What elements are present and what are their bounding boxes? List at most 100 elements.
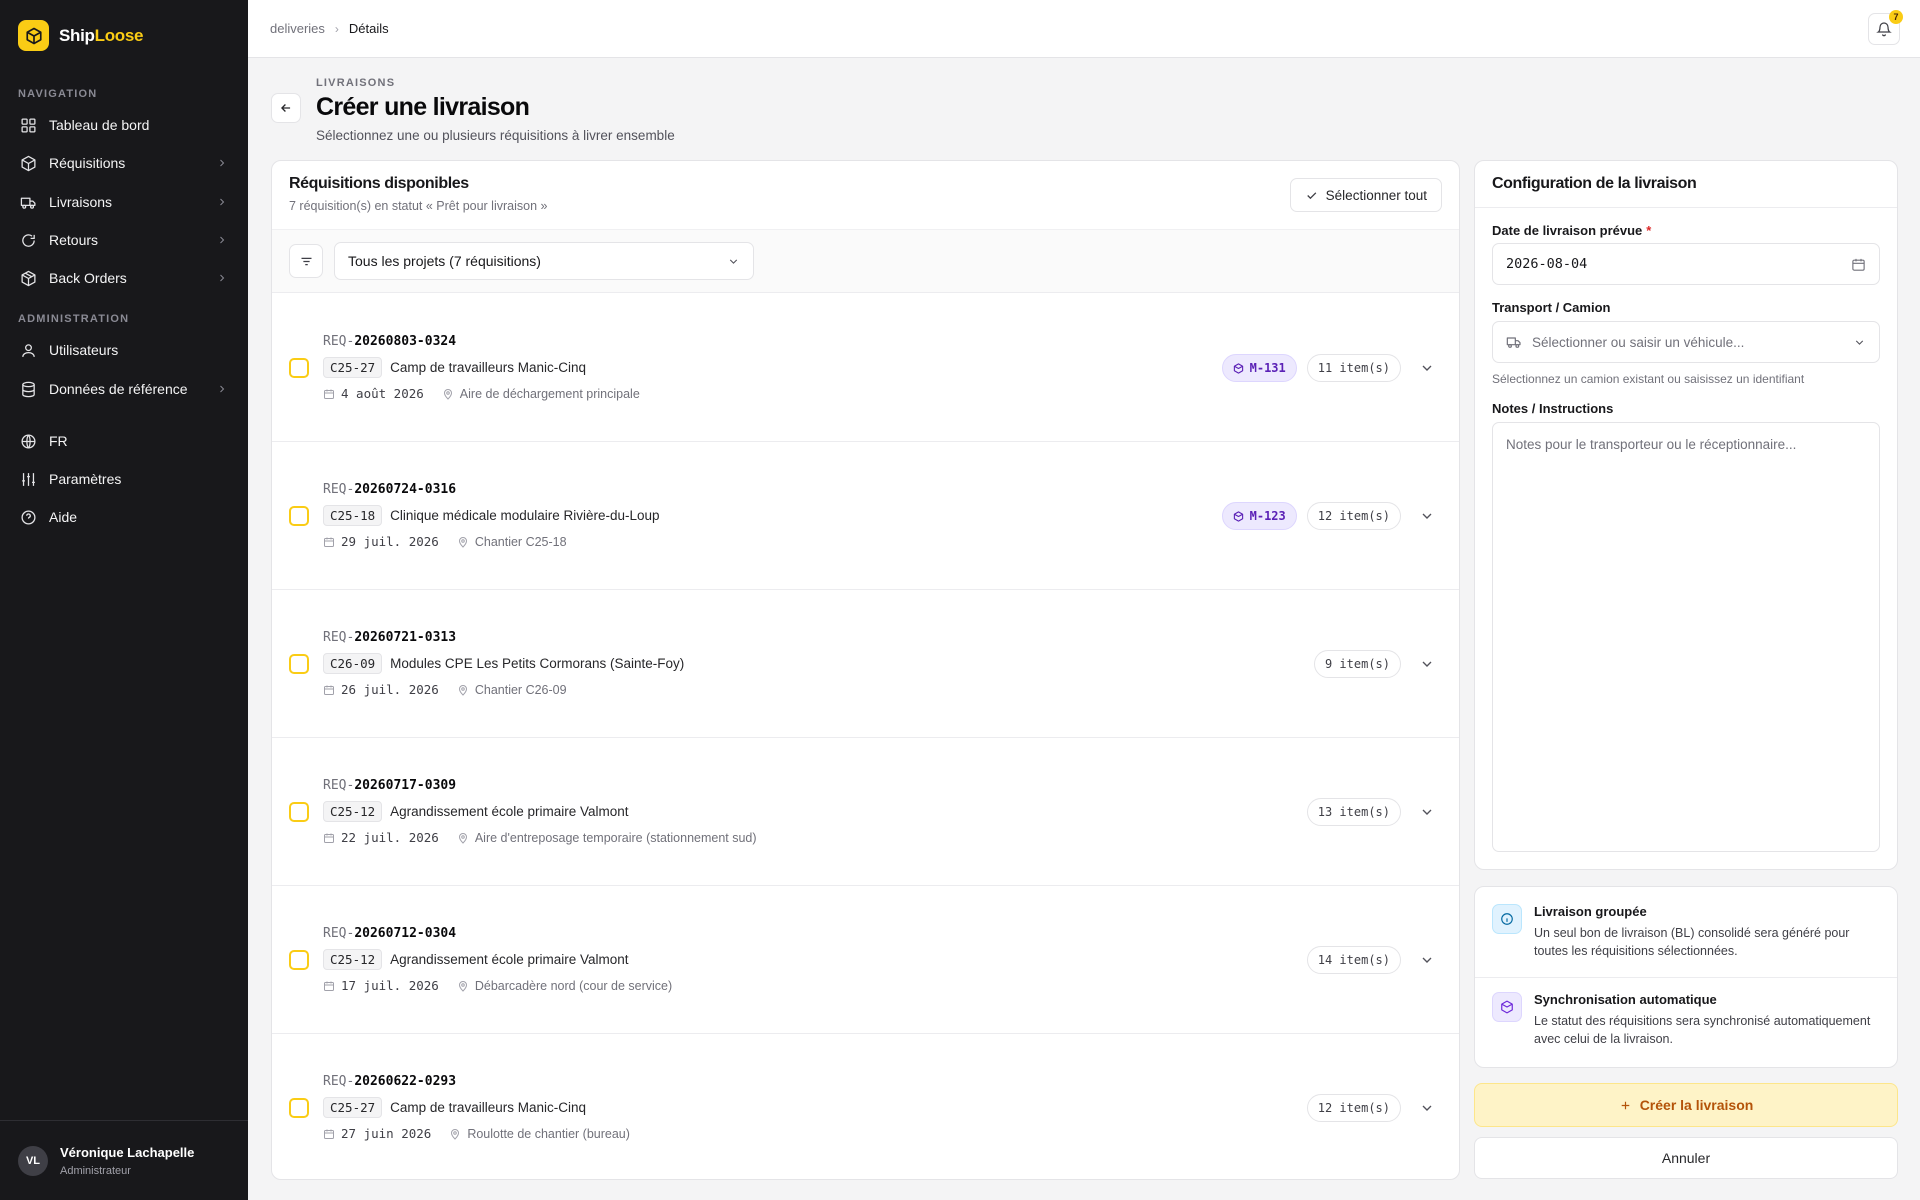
requisition-row[interactable]: REQ-20260622-0293 C25-27 Camp de travaille… xyxy=(272,1034,1459,1179)
map-pin-icon xyxy=(457,684,469,696)
project-filter-select[interactable]: Tous les projets (7 réquisitions) xyxy=(334,242,754,280)
page-eyebrow: LIVRAISONS xyxy=(316,77,396,89)
bell-icon xyxy=(1876,21,1892,37)
requisition-checkbox[interactable] xyxy=(289,1098,309,1118)
sidebar-item-label: Utilisateurs xyxy=(49,342,119,358)
requisition-id: REQ-20260724-0316 xyxy=(323,482,457,497)
expand-chevron-icon[interactable] xyxy=(1419,508,1435,524)
requisition-row[interactable]: REQ-20260803-0324 C25-27 Camp de travaille… xyxy=(272,294,1459,442)
location-text: Chantier C25-18 xyxy=(474,534,567,549)
map-pin-icon xyxy=(457,980,469,992)
requisition-checkbox[interactable] xyxy=(289,654,309,674)
chevron-right-icon xyxy=(216,196,228,208)
back-button[interactable] xyxy=(271,93,301,123)
sidebar-item-help[interactable]: Aide xyxy=(10,500,238,534)
brand[interactable]: ShipLoose xyxy=(18,20,144,51)
project-filter-value: Tous les projets (7 réquisitions) xyxy=(348,253,541,269)
database-icon xyxy=(20,381,37,398)
project-code-tag: C25-27 xyxy=(323,357,383,378)
sidebar-item-label: Réquisitions xyxy=(49,155,126,171)
create-delivery-button[interactable]: Créer la livraison xyxy=(1474,1083,1898,1127)
project-name: Agrandissement école primaire Valmont xyxy=(390,952,629,967)
project-code-tag: C25-12 xyxy=(323,949,383,970)
items-count-badge: 13 item(s) xyxy=(1306,798,1401,826)
notes-label: Notes / Instructions xyxy=(1492,401,1614,416)
sidebar-item-users[interactable]: Utilisateurs xyxy=(10,333,238,367)
items-count-badge: 11 item(s) xyxy=(1306,354,1401,382)
requisition-location: Débarcadère nord (cour de service) xyxy=(457,979,672,993)
select-all-button[interactable]: Sélectionner tout xyxy=(1289,178,1442,212)
requisition-badges: 14 item(s) xyxy=(1306,946,1401,974)
requisition-badges: M-131 11 item(s) xyxy=(1221,354,1401,382)
package-icon xyxy=(20,270,37,287)
calendar-icon xyxy=(323,684,335,696)
notifications-button[interactable]: 7 xyxy=(1868,10,1903,45)
select-all-label: Sélectionner tout xyxy=(1325,187,1427,203)
project-name: Camp de travailleurs Manic-Cinq xyxy=(390,1100,586,1115)
logo-icon xyxy=(18,20,49,51)
expand-chevron-icon[interactable] xyxy=(1419,656,1435,672)
avatar: VL xyxy=(18,1145,48,1176)
calendar-icon xyxy=(323,1128,335,1140)
info-panel: Livraison groupée Un seul bon de livrais… xyxy=(1474,886,1898,1068)
requisition-meta-line: 29 juil. 2026 Chantier C25-18 xyxy=(323,534,567,549)
filter-icon xyxy=(299,254,314,269)
sidebar-item-returns[interactable]: Retours xyxy=(10,223,238,257)
requisition-checkbox[interactable] xyxy=(289,506,309,526)
sidebar-item-back-orders[interactable]: Back Orders xyxy=(10,261,238,295)
delivery-date-input[interactable]: 2026-08-04 xyxy=(1492,243,1880,285)
requisition-location: Roulotte de chantier (bureau) xyxy=(449,1127,630,1141)
sidebar-item-language[interactable]: FR xyxy=(10,424,238,458)
sidebar-item-label: Paramètres xyxy=(49,471,122,487)
requisition-meta-line: 26 juil. 2026 Chantier C26-09 xyxy=(323,682,567,697)
expand-chevron-icon[interactable] xyxy=(1419,360,1435,376)
map-pin-icon xyxy=(457,832,469,844)
sidebar-item-dashboard[interactable]: Tableau de bord xyxy=(10,108,238,142)
items-count-badge: 12 item(s) xyxy=(1306,1094,1401,1122)
arrow-left-icon xyxy=(279,101,293,115)
transport-select[interactable]: Sélectionner ou saisir un véhicule... xyxy=(1492,321,1880,363)
requisition-checkbox[interactable] xyxy=(289,950,309,970)
chevron-right-icon xyxy=(216,234,228,246)
calendar-icon xyxy=(323,832,335,844)
requisition-checkbox[interactable] xyxy=(289,358,309,378)
transport-placeholder: Sélectionner ou saisir un véhicule... xyxy=(1532,334,1745,350)
requisition-badges: 9 item(s) xyxy=(1313,650,1401,678)
sidebar-item-reference-data[interactable]: Données de référence xyxy=(10,372,238,406)
requisition-row[interactable]: REQ-20260724-0316 C25-18 Clinique médicale… xyxy=(272,442,1459,590)
calendar-icon xyxy=(323,980,335,992)
expand-chevron-icon[interactable] xyxy=(1419,804,1435,820)
notes-textarea[interactable]: Notes pour le transporteur ou le récepti… xyxy=(1492,422,1880,852)
sidebar-item-label: Back Orders xyxy=(49,270,127,286)
requisition-row[interactable]: REQ-20260721-0313 C26-09 Modules CPE Les P… xyxy=(272,590,1459,738)
map-pin-icon xyxy=(442,388,454,400)
delivery-date-label: Date de livraison prévue * xyxy=(1492,223,1652,238)
sidebar-item-requisitions[interactable]: Réquisitions xyxy=(10,146,238,180)
box-icon xyxy=(20,155,37,172)
location-text: Roulotte de chantier (bureau) xyxy=(467,1126,630,1141)
location-text: Aire de déchargement principale xyxy=(459,386,640,401)
expand-chevron-icon[interactable] xyxy=(1419,1100,1435,1116)
filter-button[interactable] xyxy=(289,244,323,278)
requisition-checkbox[interactable] xyxy=(289,802,309,822)
config-title: Configuration de la livraison xyxy=(1492,175,1697,192)
requisition-meta-line: 27 juin 2026 Roulotte de chantier (bureau… xyxy=(323,1126,630,1141)
chevron-right-icon xyxy=(216,157,228,169)
grouped-delivery-info: Livraison groupée Un seul bon de livrais… xyxy=(1492,904,1882,960)
requisition-project-line: C25-12 Agrandissement école primaire Valm… xyxy=(323,949,629,970)
requisition-row[interactable]: REQ-20260717-0309 C25-12 Agrandissement éc… xyxy=(272,738,1459,886)
sidebar-item-settings[interactable]: Paramètres xyxy=(10,462,238,496)
requisition-badges: 12 item(s) xyxy=(1306,1094,1401,1122)
breadcrumb-link-deliveries[interactable]: deliveries xyxy=(270,21,325,36)
expand-chevron-icon[interactable] xyxy=(1419,952,1435,968)
box-icon xyxy=(1233,362,1244,374)
requisition-project-line: C25-27 Camp de travailleurs Manic-Cinq xyxy=(323,357,586,378)
requisition-date: 29 juil. 2026 xyxy=(341,534,439,549)
user-profile[interactable]: VL Véronique Lachapelle Administrateur xyxy=(0,1120,248,1200)
cancel-button[interactable]: Annuler xyxy=(1474,1137,1898,1179)
sidebar-item-deliveries[interactable]: Livraisons xyxy=(10,185,238,219)
sidebar-item-label: FR xyxy=(49,433,68,449)
check-icon xyxy=(1305,189,1318,202)
requisition-row[interactable]: REQ-20260712-0304 C25-12 Agrandissement éc… xyxy=(272,886,1459,1034)
project-name: Agrandissement école primaire Valmont xyxy=(390,804,629,819)
